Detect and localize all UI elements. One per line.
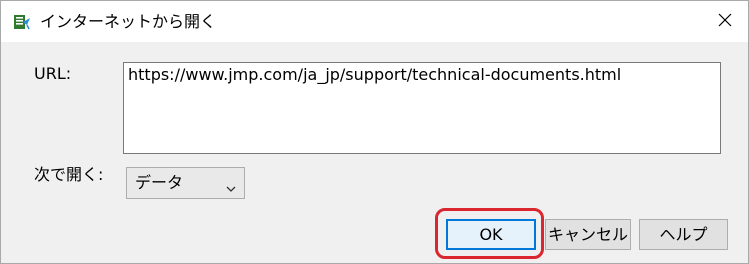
ok-button[interactable]: OK bbox=[446, 219, 536, 250]
close-button[interactable] bbox=[702, 1, 748, 42]
url-label: URL: bbox=[34, 64, 72, 83]
url-input[interactable]: https://www.jmp.com/ja_jp/support/techni… bbox=[123, 62, 721, 154]
open-as-select[interactable]: データ bbox=[126, 167, 245, 199]
title-bar: インターネットから開く bbox=[1, 1, 748, 42]
jmp-open-url-icon bbox=[13, 13, 31, 31]
open-as-label: 次で開く: bbox=[34, 165, 104, 184]
open-as-selected-value: データ bbox=[135, 173, 184, 192]
open-from-internet-dialog: インターネットから開く URL: https://www.jmp.com/ja_… bbox=[0, 0, 749, 264]
close-icon bbox=[718, 12, 732, 31]
chevron-down-icon bbox=[226, 178, 236, 192]
cancel-button[interactable]: キャンセル bbox=[545, 219, 631, 250]
window-title: インターネットから開く bbox=[40, 12, 217, 31]
help-button[interactable]: ヘルプ bbox=[639, 219, 728, 250]
